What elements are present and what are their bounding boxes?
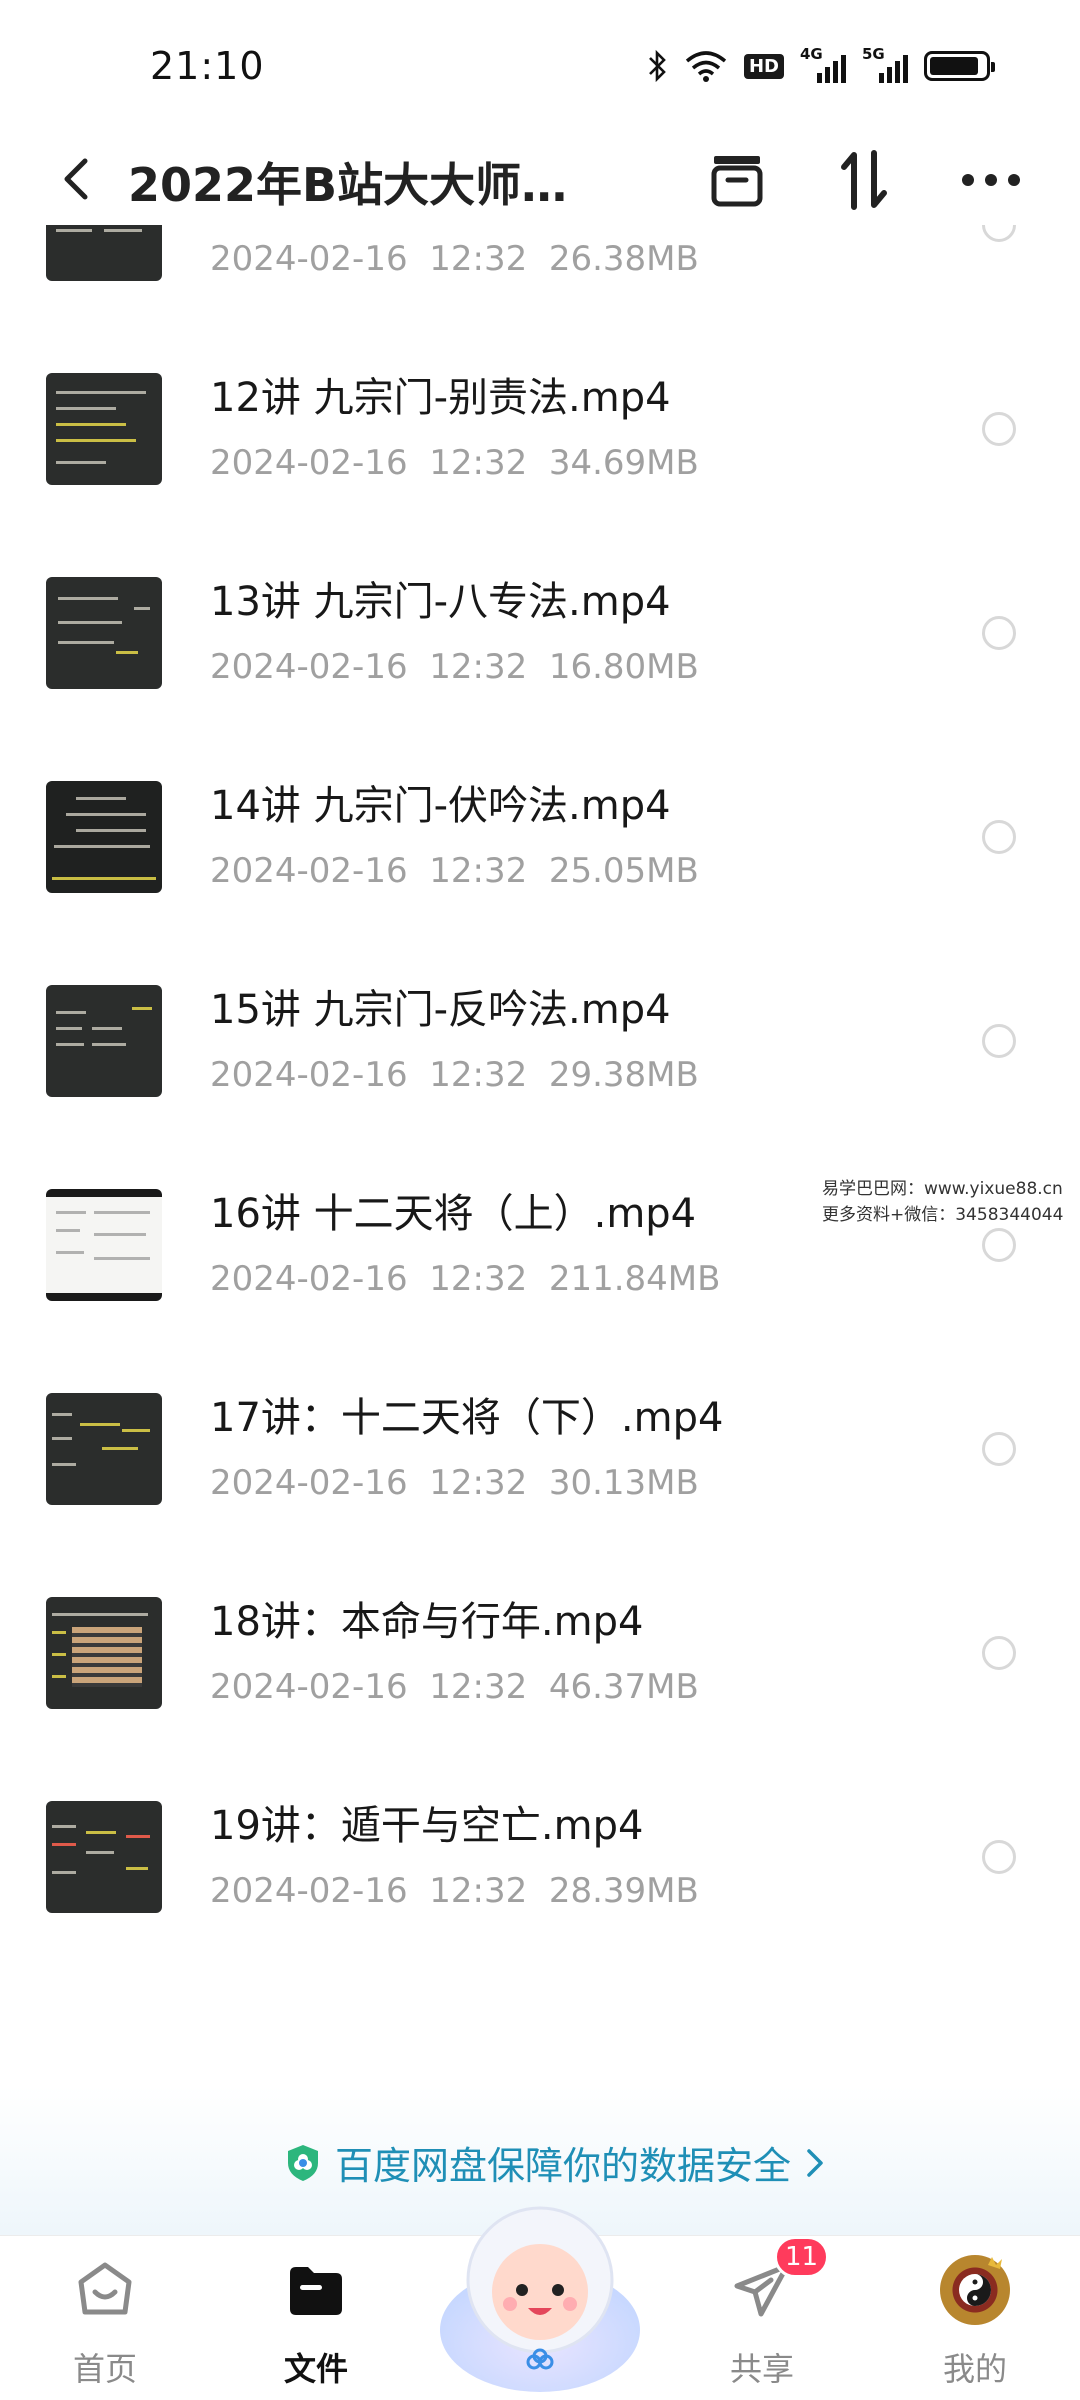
archive-icon xyxy=(711,156,763,207)
file-meta: 2024-02-16 12:32 34.69MB xyxy=(210,443,699,483)
select-radio[interactable] xyxy=(982,616,1016,650)
status-time: 21:10 xyxy=(150,44,265,88)
video-thumbnail xyxy=(46,373,162,485)
header: 2022年B站大大师六… xyxy=(0,135,1080,225)
back-button[interactable] xyxy=(48,151,104,207)
select-radio[interactable] xyxy=(982,1636,1016,1670)
hd-icon: HD xyxy=(743,46,784,86)
folder-icon xyxy=(284,2258,348,2322)
nav-label-home: 首页 xyxy=(72,2350,137,2388)
mascot-button[interactable] xyxy=(430,2180,650,2400)
mascot-icon xyxy=(440,2206,640,2392)
file-name: 19讲：遁干与空亡.mp4 xyxy=(210,1803,644,1849)
list-item[interactable]: 12讲 九宗门-别责法.mp4 2024-02-16 12:32 34.69MB xyxy=(0,327,1080,531)
nav-share[interactable]: 11 共享 xyxy=(682,2236,842,2400)
file-meta: 2024-02-16 12:32 25.05MB xyxy=(210,851,699,891)
list-item[interactable]: 15讲 九宗门-反吟法.mp4 2024-02-16 12:32 29.38MB xyxy=(0,939,1080,1143)
battery-icon xyxy=(924,46,995,86)
list-item[interactable]: 14讲 九宗门-伏吟法.mp4 2024-02-16 12:32 25.05MB xyxy=(0,735,1080,939)
file-name: 14讲 九宗门-伏吟法.mp4 xyxy=(210,783,671,829)
select-radio[interactable] xyxy=(982,1228,1016,1262)
select-radio[interactable] xyxy=(982,1840,1016,1874)
file-meta: 2024-02-16 12:32 211.84MB xyxy=(210,1259,721,1299)
more-button[interactable] xyxy=(956,145,1026,215)
notification-badge: 11 xyxy=(774,2236,830,2278)
file-name: 18讲：本命与行年.mp4 xyxy=(210,1599,644,1645)
signal-5g-icon: 5G xyxy=(862,45,908,83)
video-thumbnail xyxy=(46,781,162,893)
video-thumbnail xyxy=(46,1393,162,1505)
select-radio[interactable] xyxy=(982,225,1016,242)
home-icon xyxy=(73,2258,137,2322)
list-item[interactable]: 17讲：十二天将（下）.mp4 2024-02-16 12:32 30.13MB xyxy=(0,1347,1080,1551)
status-bar: 21:10 HD 4G 5G xyxy=(0,0,1080,135)
nav-files[interactable]: 文件 xyxy=(236,2236,396,2400)
status-icons: HD 4G 5G xyxy=(646,45,995,86)
file-meta: 2024-02-16 12:32 29.38MB xyxy=(210,1055,699,1095)
video-thumbnail xyxy=(46,1189,162,1301)
watermark: 易学巴巴网：www.yixue88.cn 更多资料+微信：3458344044 xyxy=(822,1179,1064,1225)
nav-me[interactable]: 我的 xyxy=(895,2236,1055,2400)
yin-yang-icon xyxy=(959,2257,1002,2306)
shield-icon xyxy=(288,2144,318,2181)
file-name: 15讲 九宗门-反吟法.mp4 xyxy=(210,987,671,1033)
list-item[interactable]: 16讲 十二天将（上）.mp4 2024-02-16 12:32 211.84M… xyxy=(0,1143,1080,1347)
nav-label-share: 共享 xyxy=(729,2350,794,2388)
select-radio[interactable] xyxy=(982,1432,1016,1466)
video-thumbnail xyxy=(46,1597,162,1709)
file-name: 12讲 九宗门-别责法.mp4 xyxy=(210,375,671,421)
avatar xyxy=(940,2255,1010,2325)
select-radio[interactable] xyxy=(982,1024,1016,1058)
back-arrow-icon xyxy=(64,158,88,200)
video-thumbnail xyxy=(46,985,162,1097)
file-list: 2024-02-16 12:32 26.38MB 12讲 九宗门-别责法.mp4… xyxy=(0,225,1080,2025)
file-name: 17讲：十二天将（下）.mp4 xyxy=(210,1395,724,1441)
list-item[interactable]: 2024-02-16 12:32 26.38MB xyxy=(0,225,1080,327)
list-item[interactable]: 19讲：遁干与空亡.mp4 2024-02-16 12:32 28.39MB xyxy=(0,1755,1080,1959)
signal-4g-icon: 4G xyxy=(800,45,846,83)
video-thumbnail xyxy=(46,577,162,689)
file-meta: 2024-02-16 12:32 26.38MB xyxy=(210,239,699,279)
video-thumbnail xyxy=(46,1801,162,1913)
file-name: 16讲 十二天将（上）.mp4 xyxy=(210,1191,697,1237)
select-radio[interactable] xyxy=(982,820,1016,854)
file-meta: 2024-02-16 12:32 46.37MB xyxy=(210,1667,699,1707)
file-name: 13讲 九宗门-八专法.mp4 xyxy=(210,579,671,625)
nav-home[interactable]: 首页 xyxy=(25,2236,185,2400)
list-item[interactable]: 18讲：本命与行年.mp4 2024-02-16 12:32 46.37MB xyxy=(0,1551,1080,1755)
sort-icon xyxy=(841,150,887,210)
more-icon xyxy=(962,174,1020,186)
wifi-icon xyxy=(684,46,728,86)
sort-button[interactable] xyxy=(829,145,899,215)
bluetooth-icon xyxy=(646,46,668,86)
nav-label-me: 我的 xyxy=(942,2350,1007,2388)
file-meta: 2024-02-16 12:32 28.39MB xyxy=(210,1871,699,1911)
file-meta: 2024-02-16 12:32 30.13MB xyxy=(210,1463,699,1503)
chevron-right-icon xyxy=(807,2148,823,2177)
list-item[interactable]: 13讲 九宗门-八专法.mp4 2024-02-16 12:32 16.80MB xyxy=(0,531,1080,735)
select-radio[interactable] xyxy=(982,412,1016,446)
nav-label-files: 文件 xyxy=(283,2350,348,2388)
archive-button[interactable] xyxy=(702,145,772,215)
video-thumbnail xyxy=(46,225,162,281)
page-title: 2022年B站大大师六… xyxy=(128,158,608,212)
file-meta: 2024-02-16 12:32 16.80MB xyxy=(210,647,699,687)
